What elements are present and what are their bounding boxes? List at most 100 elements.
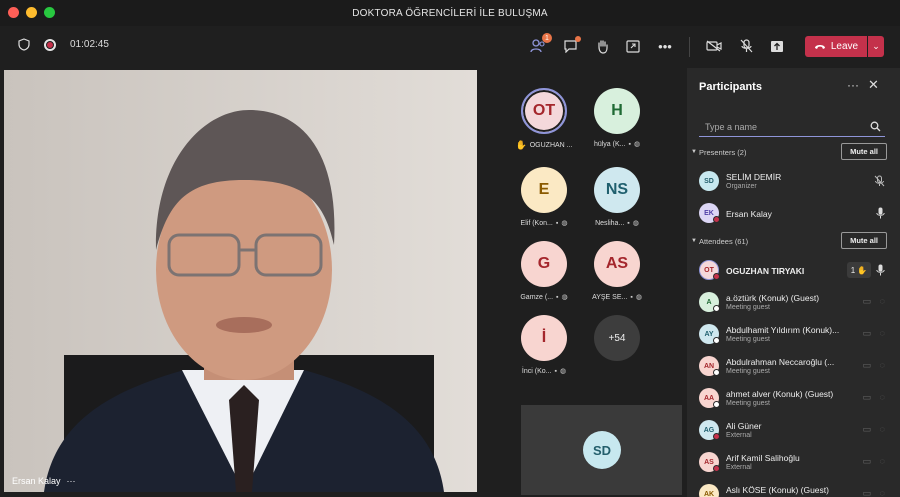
status-badge	[713, 369, 720, 376]
raised-hand-indicator: 1 ✋	[847, 262, 871, 278]
participant-row[interactable]: AK Aslı KÖSE (Konuk) (Guest) ▭ ◌	[699, 482, 891, 497]
tile-name: hülya (K...	[593, 140, 626, 148]
avatar: G	[521, 241, 567, 287]
tile-name: Nesliha...	[595, 219, 625, 227]
participant-row[interactable]: AY Abdulhamit Yıldırım (Konuk)... Meeting …	[699, 322, 891, 348]
tile-label-row: ✋ OGUZHAN ...	[504, 140, 584, 151]
avatar: AK	[699, 484, 719, 497]
close-icon: ✕	[868, 77, 879, 92]
mute-all-presenters-button[interactable]: Mute all	[841, 143, 887, 160]
meeting-timer: 01:02:45	[70, 39, 109, 50]
participant-row[interactable]: Aa.öztürk (Konuk) (Guest) Meeting guest ▭ ◌	[699, 290, 891, 316]
participant-row[interactable]: AG Ali Güner External ▭ ◌	[699, 418, 891, 444]
shield-icon[interactable]	[18, 38, 30, 51]
search-icon[interactable]	[870, 121, 881, 132]
camera-off-icon: ▭	[862, 424, 871, 434]
gallery-tile[interactable]: H hülya (K... ▪ ◍	[577, 88, 657, 148]
mic-off-icon: ◍	[632, 220, 639, 227]
phone-hangup-icon	[814, 45, 825, 49]
avatar: H	[594, 88, 640, 134]
close-window-button[interactable]	[8, 7, 19, 18]
avatar-initials: A	[706, 298, 712, 306]
camera-toggle-button[interactable]	[704, 36, 724, 56]
tile-name: İnci (Ko...	[521, 367, 552, 375]
participant-name: Ali Güner	[726, 421, 762, 431]
raised-hand-icon: ✋	[515, 140, 527, 150]
participant-row[interactable]: AA ahmet alver (Konuk) (Guest) Meeting gue…	[699, 386, 891, 412]
avatar: SD	[699, 171, 719, 191]
avatar-initials: H	[611, 102, 623, 119]
gallery-tile[interactable]: AS AYŞE SE... ▪ ◍	[577, 241, 657, 301]
caret-down-icon: ▼	[691, 149, 697, 155]
camera-off-icon: ▪	[630, 293, 633, 301]
teams-meeting-window: DOKTORA ÖĞRENCİLERİ İLE BULUŞMA 01:02:45…	[0, 0, 900, 497]
mic-icon	[876, 264, 885, 276]
speaker-name: Ersan Kalay	[12, 476, 61, 486]
raise-hand-button[interactable]	[592, 36, 612, 56]
camera-off-icon: ▪	[556, 293, 559, 301]
avatar-initials: AA	[703, 394, 715, 402]
gallery-tile[interactable]: İ İnci (Ko... ▪ ◍	[504, 315, 584, 375]
chat-unread-dot	[575, 36, 581, 42]
panel-title: Participants	[699, 81, 762, 93]
avatar: AS	[594, 241, 640, 287]
gallery-tile[interactable]: E Elif (Kon... ▪ ◍	[504, 167, 584, 227]
more-icon: •••	[658, 38, 672, 54]
attendees-section-header[interactable]: ▼ Attendees (61) Mute all	[691, 232, 891, 249]
gallery-tile[interactable]: G Gamze (... ▪ ◍	[504, 241, 584, 301]
hand-icon	[597, 39, 608, 54]
camera-off-icon: ▪	[555, 219, 559, 227]
window-title: DOKTORA ÖĞRENCİLERİ İLE BULUŞMA	[352, 7, 548, 19]
search-input[interactable]	[699, 122, 859, 132]
chat-button[interactable]	[560, 36, 581, 56]
main-speaker-video[interactable]: Ersan Kalay ···	[4, 70, 477, 492]
minimize-window-button[interactable]	[26, 7, 37, 18]
leave-options-button[interactable]: ⌄	[868, 36, 884, 57]
upload-icon	[771, 40, 783, 52]
status-badge	[713, 273, 720, 280]
speaker-more-button[interactable]: ···	[67, 476, 76, 486]
avatar-initials: İ	[541, 329, 547, 346]
tile-label-row: İnci (Ko... ▪ ◍	[504, 367, 584, 376]
leave-label: Leave	[830, 41, 859, 52]
camera-off-icon: ▪	[554, 367, 557, 375]
avatar-initials: OT	[532, 102, 556, 119]
speaker-video-frame	[4, 70, 477, 492]
participant-row[interactable]: EK Ersan Kalay	[699, 201, 891, 227]
participants-button[interactable]: 1	[528, 33, 552, 56]
camera-off-icon: ▭	[862, 488, 871, 497]
tile-label-row: hülya (K... ▪ ◍	[577, 140, 657, 149]
presenters-section-header[interactable]: ▼ Presenters (2) Mute all	[691, 143, 891, 160]
participant-row[interactable]: OT OGUZHAN TIRYAKI 1 ✋	[699, 258, 891, 284]
avatar-initials: SD	[704, 177, 714, 185]
mute-all-attendees-button[interactable]: Mute all	[841, 232, 887, 249]
leave-button[interactable]: Leave	[805, 36, 867, 57]
raised-hand-icon: ✋	[857, 265, 868, 275]
mic-toggle-button[interactable]	[736, 36, 756, 56]
participant-row[interactable]: AS Arif Kamil Salihoğlu External ▭ ◌	[699, 450, 891, 476]
zoom-window-button[interactable]	[44, 7, 55, 18]
share-content-button[interactable]	[767, 36, 787, 56]
gallery-tile[interactable]: OT ✋ OGUZHAN ...	[504, 88, 584, 151]
mic-off-icon: ◍	[561, 220, 568, 227]
tile-label-row: Nesliha... ▪ ◍	[577, 219, 657, 228]
mic-off-icon: ◌	[879, 488, 885, 497]
overflow-count: +54	[594, 315, 640, 361]
participant-row[interactable]: SD SELİM DEMİR Organizer	[699, 169, 891, 195]
share-tray-button[interactable]	[623, 36, 643, 56]
panel-more-button[interactable]: ···	[847, 78, 859, 92]
more-actions-button[interactable]: •••	[655, 36, 675, 56]
mic-off-icon: ◍	[635, 294, 642, 301]
tile-name: OGUZHAN ...	[529, 142, 573, 149]
self-view-tile[interactable]: SD	[521, 405, 682, 495]
panel-close-button[interactable]: ✕	[868, 77, 879, 93]
avatar: E	[521, 167, 567, 213]
avatar-initials: EK	[704, 209, 714, 217]
gallery-tile[interactable]: NS Nesliha... ▪ ◍	[577, 167, 657, 227]
self-avatar: SD	[583, 431, 621, 469]
avatar-initials: AK	[703, 490, 715, 497]
overflow-tile[interactable]: +54	[577, 315, 657, 361]
meeting-toolbar: 01:02:45 1 ••• Leave ⌄	[0, 26, 900, 67]
mic-off-icon: ◌	[879, 424, 885, 434]
participant-row[interactable]: AN Abdulrahman Neccaroğlu (... Meeting gue…	[699, 354, 891, 380]
